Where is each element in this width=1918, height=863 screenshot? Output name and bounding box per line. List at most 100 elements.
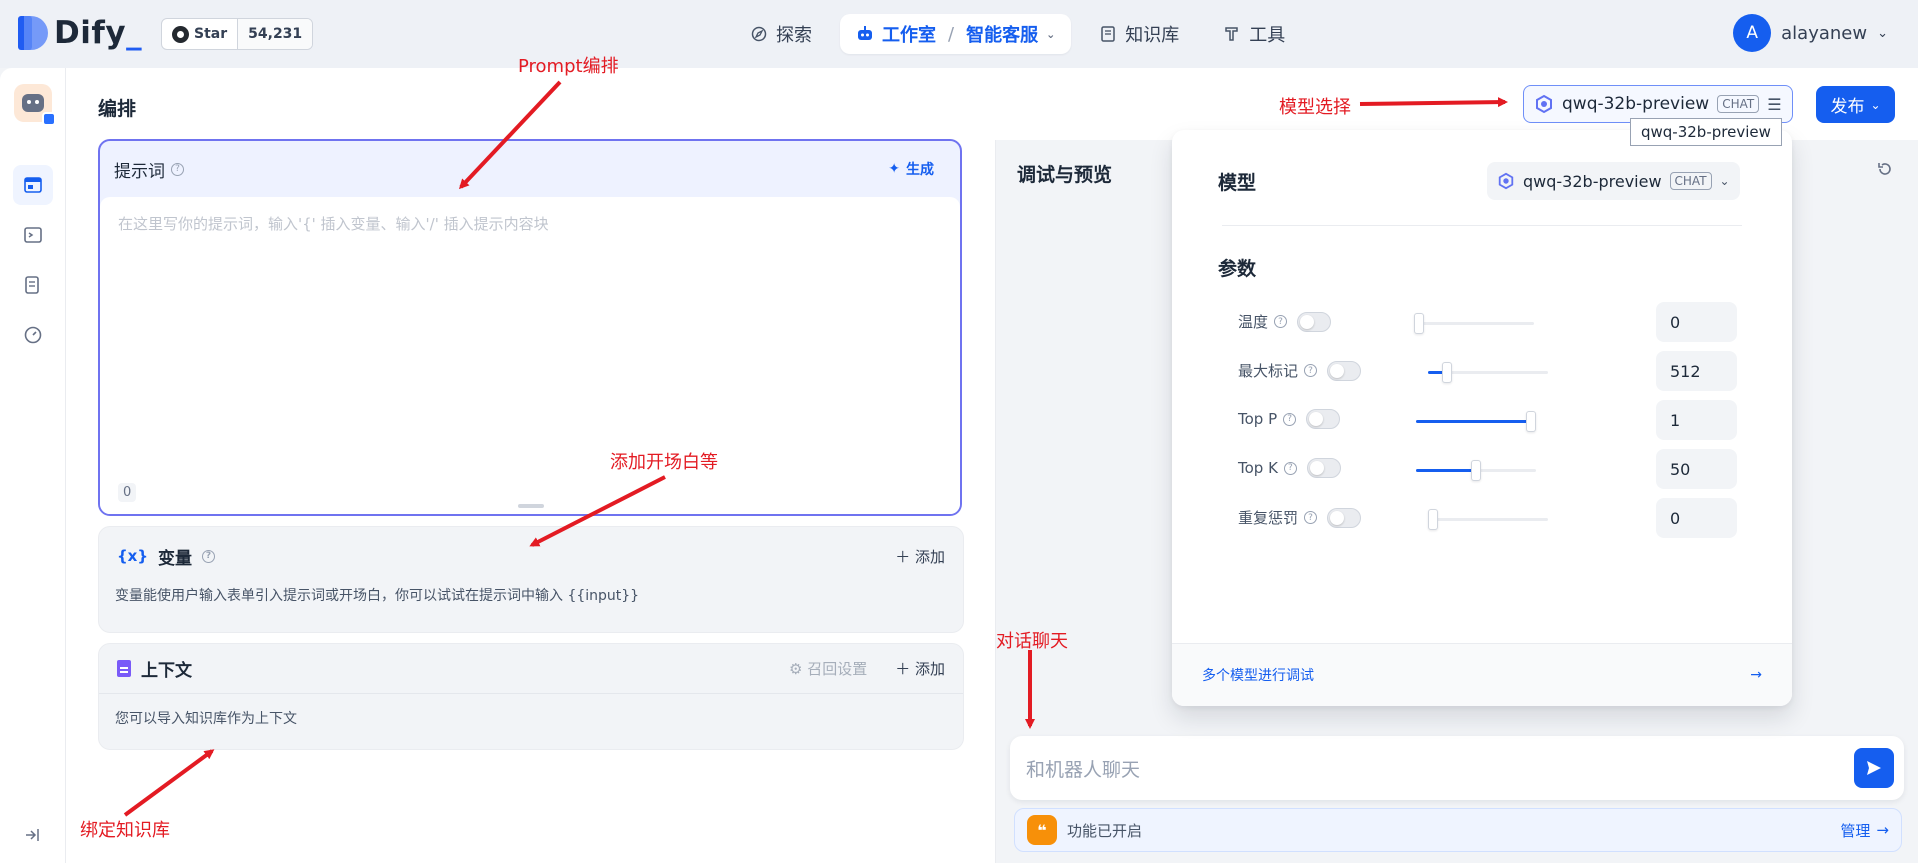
help-icon[interactable]: ? xyxy=(1274,315,1288,328)
refresh-icon[interactable] xyxy=(1876,160,1894,182)
chevron-down-icon: ⌄ xyxy=(1719,174,1730,188)
slider-thumb[interactable] xyxy=(1471,460,1481,481)
model-tag: CHAT xyxy=(1717,95,1760,113)
repetition-penalty-slider[interactable] xyxy=(1428,509,1548,530)
add-context-button[interactable]: ＋ 添加 xyxy=(895,658,945,679)
sidebar-orchestrate[interactable] xyxy=(13,165,53,205)
context-actions: ⚙ 召回设置 ＋ 添加 xyxy=(789,658,945,679)
sidebar-monitoring[interactable] xyxy=(13,315,53,355)
document-icon xyxy=(117,660,131,677)
nav-tools[interactable]: 工具 xyxy=(1207,14,1301,54)
top-k-value[interactable]: 50 xyxy=(1656,449,1737,489)
slider-thumb[interactable] xyxy=(1428,509,1438,530)
help-icon[interactable]: ? xyxy=(1304,511,1318,524)
param-top-p: Top P ? xyxy=(1238,409,1341,429)
nav-studio-label: 工作室 xyxy=(882,25,936,46)
model-name: qwq-32b-preview xyxy=(1562,94,1710,114)
context-title: 上下文 xyxy=(117,656,192,681)
help-icon[interactable]: ? xyxy=(1283,412,1297,426)
add-variable-button[interactable]: ＋ 添加 xyxy=(895,546,945,567)
manage-label: 管理 xyxy=(1840,821,1871,840)
book-icon xyxy=(1099,25,1117,43)
param-top-k: Top K ? xyxy=(1238,458,1341,478)
resize-handle[interactable] xyxy=(518,504,544,508)
generate-button[interactable]: ✦ 生成 xyxy=(876,153,946,185)
slider-thumb[interactable] xyxy=(1414,313,1424,334)
divider xyxy=(1222,225,1742,226)
help-icon[interactable]: ? xyxy=(171,162,184,176)
dify-logo-mark xyxy=(18,14,48,52)
document-list-icon xyxy=(25,276,39,294)
arrow-right-icon: → xyxy=(1876,821,1889,839)
model-dropdown[interactable]: qwq-32b-preview CHAT ⌄ xyxy=(1487,162,1740,200)
chat-placeholder: 和机器人聊天 xyxy=(1026,758,1141,781)
param-toggle[interactable] xyxy=(1297,311,1332,332)
model-section-label: 模型 xyxy=(1218,172,1257,194)
nav-studio[interactable]: 工作室 / 智能客服 ⌄ xyxy=(840,14,1072,54)
help-icon[interactable]: ? xyxy=(1304,364,1318,377)
quote-icon: ❝ xyxy=(1027,815,1057,845)
help-icon[interactable]: ? xyxy=(202,549,216,563)
param-toggle[interactable] xyxy=(1306,409,1341,429)
variable-icon: {x} xyxy=(117,547,149,565)
chat-input[interactable]: 和机器人聊天 xyxy=(1010,736,1904,800)
user-menu[interactable]: A alayanew ⌄ xyxy=(1733,14,1888,52)
github-star-button[interactable]: Star xyxy=(162,19,237,49)
publish-button[interactable]: 发布 ⌄ xyxy=(1816,86,1895,123)
app-avatar[interactable] xyxy=(14,84,56,126)
dify-logo[interactable]: Dify_ xyxy=(18,14,142,52)
send-button[interactable] xyxy=(1854,748,1894,788)
sparkle-icon: ✦ xyxy=(888,161,900,177)
logo-text: Dify_ xyxy=(54,15,143,51)
nav-explore[interactable]: 探索 xyxy=(734,14,828,54)
temperature-slider[interactable] xyxy=(1414,313,1534,334)
param-label: Top P xyxy=(1238,410,1278,428)
param-temperature: 温度 ? xyxy=(1238,311,1332,332)
page-title: 编排 xyxy=(98,98,137,120)
compass-icon xyxy=(750,25,768,43)
prompt-title-label: 提示词 xyxy=(114,161,165,182)
app-sidebar xyxy=(0,68,66,863)
nav-knowledge-label: 知识库 xyxy=(1125,25,1180,46)
top-p-value[interactable]: 1 xyxy=(1656,400,1737,440)
prompt-textarea[interactable]: 在这里写你的提示词，输入'{' 插入变量、输入'/' 插入提示内容块 0 xyxy=(100,197,960,514)
nav-knowledge[interactable]: 知识库 xyxy=(1083,14,1195,54)
context-card: 上下文 ⚙ 召回设置 ＋ 添加 您可以导入知识库作为上下文 xyxy=(98,643,964,750)
multi-model-debug-link[interactable]: 多个模型进行调试 → xyxy=(1172,643,1792,706)
annotation-knowledge: 绑定知识库 xyxy=(80,820,170,841)
max-tokens-slider[interactable] xyxy=(1428,362,1548,383)
chevron-down-icon: ⌄ xyxy=(1046,27,1056,41)
repetition-penalty-value[interactable]: 0 xyxy=(1656,498,1737,538)
param-label: 温度 xyxy=(1238,313,1269,331)
github-star-count: 54,231 xyxy=(237,19,313,49)
tool-icon xyxy=(1223,25,1241,43)
model-logo-icon xyxy=(1536,94,1552,114)
sidebar-api[interactable] xyxy=(13,215,53,255)
annotation-opening: 添加开场白等 xyxy=(610,452,718,473)
top-k-slider[interactable] xyxy=(1416,460,1536,481)
param-toggle[interactable] xyxy=(1327,360,1362,381)
recall-settings-button[interactable]: ⚙ 召回设置 xyxy=(789,658,867,679)
manage-features-button[interactable]: 管理 → xyxy=(1840,820,1889,841)
top-p-slider[interactable] xyxy=(1416,411,1536,432)
slider-thumb[interactable] xyxy=(1526,411,1536,432)
github-star-widget[interactable]: Star 54,231 xyxy=(161,18,314,50)
temperature-value[interactable]: 0 xyxy=(1656,302,1737,342)
param-toggle[interactable] xyxy=(1327,507,1362,528)
sidebar-logs[interactable] xyxy=(13,265,53,305)
prompt-header: 提示词 ? ✦ 生成 xyxy=(100,141,960,197)
nav-separator: / xyxy=(948,23,955,45)
multi-model-label: 多个模型进行调试 xyxy=(1202,668,1314,684)
terminal-icon xyxy=(24,227,42,243)
max-tokens-value[interactable]: 512 xyxy=(1656,351,1737,391)
collapse-sidebar-icon[interactable] xyxy=(24,828,40,846)
slider-fill xyxy=(1416,420,1536,423)
slider-thumb[interactable] xyxy=(1442,362,1453,383)
params-section-label: 参数 xyxy=(1218,258,1257,280)
annotation-prompt: Prompt编排 xyxy=(518,56,619,77)
nav-app-name[interactable]: 智能客服 xyxy=(966,21,1038,47)
param-toggle[interactable] xyxy=(1306,458,1341,478)
help-icon[interactable]: ? xyxy=(1283,461,1297,475)
plus-icon: ＋ xyxy=(895,660,915,678)
gauge-icon xyxy=(24,326,42,344)
